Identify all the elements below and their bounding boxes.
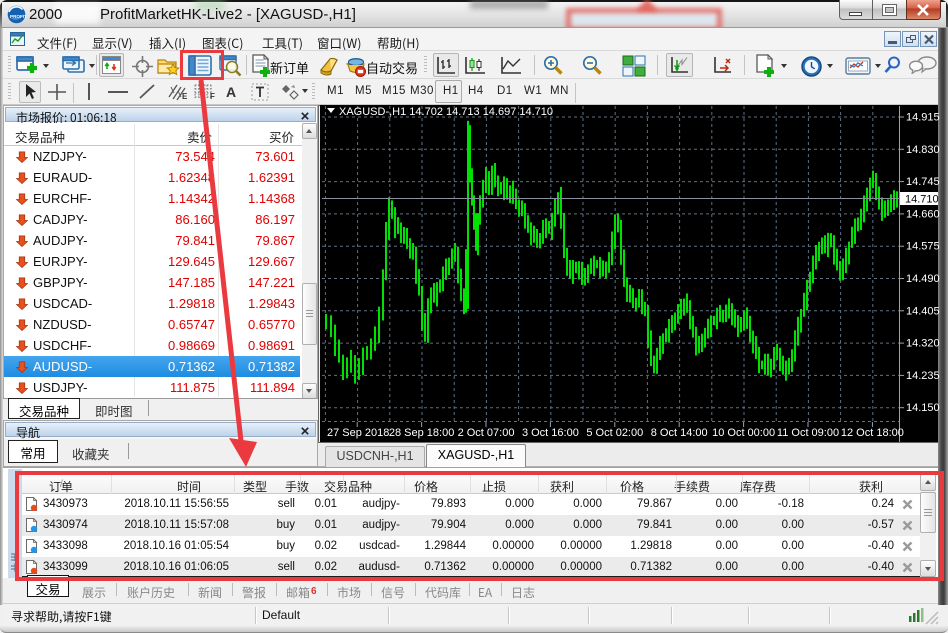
svg-text:14.405: 14.405 [906, 305, 940, 317]
svg-text:2 Oct 07:00: 2 Oct 07:00 [458, 427, 515, 439]
svg-text:14.660: 14.660 [906, 208, 940, 220]
svg-text:14.915: 14.915 [906, 112, 940, 124]
svg-text:14.710: 14.710 [905, 194, 939, 206]
svg-text:5 Oct 02:00: 5 Oct 02:00 [586, 427, 643, 439]
svg-text:14.320: 14.320 [906, 338, 940, 350]
svg-text:10 Oct 00:00: 10 Oct 00:00 [712, 427, 775, 439]
svg-text:14.745: 14.745 [906, 176, 940, 188]
svg-text:8 Oct 14:00: 8 Oct 14:00 [651, 427, 708, 439]
svg-text:11 Oct 09:00: 11 Oct 09:00 [777, 427, 839, 439]
svg-text:12 Oct 18:00: 12 Oct 18:00 [841, 427, 904, 439]
svg-text:14.235: 14.235 [906, 370, 940, 382]
svg-text:14.490: 14.490 [906, 273, 940, 285]
svg-text:27 Sep 2018: 27 Sep 2018 [327, 427, 389, 439]
svg-text:14.150: 14.150 [906, 402, 940, 414]
svg-text:14.575: 14.575 [906, 241, 940, 253]
svg-text:14.830: 14.830 [906, 144, 940, 156]
svg-text:XAGUSD-,H1 14.702 14.713 14.6: XAGUSD-,H1 14.702 14.713 14.697 14.710 [339, 106, 553, 118]
svg-text:3 Oct 16:00: 3 Oct 16:00 [522, 427, 579, 439]
svg-text:28 Sep 18:00: 28 Sep 18:00 [389, 427, 454, 439]
